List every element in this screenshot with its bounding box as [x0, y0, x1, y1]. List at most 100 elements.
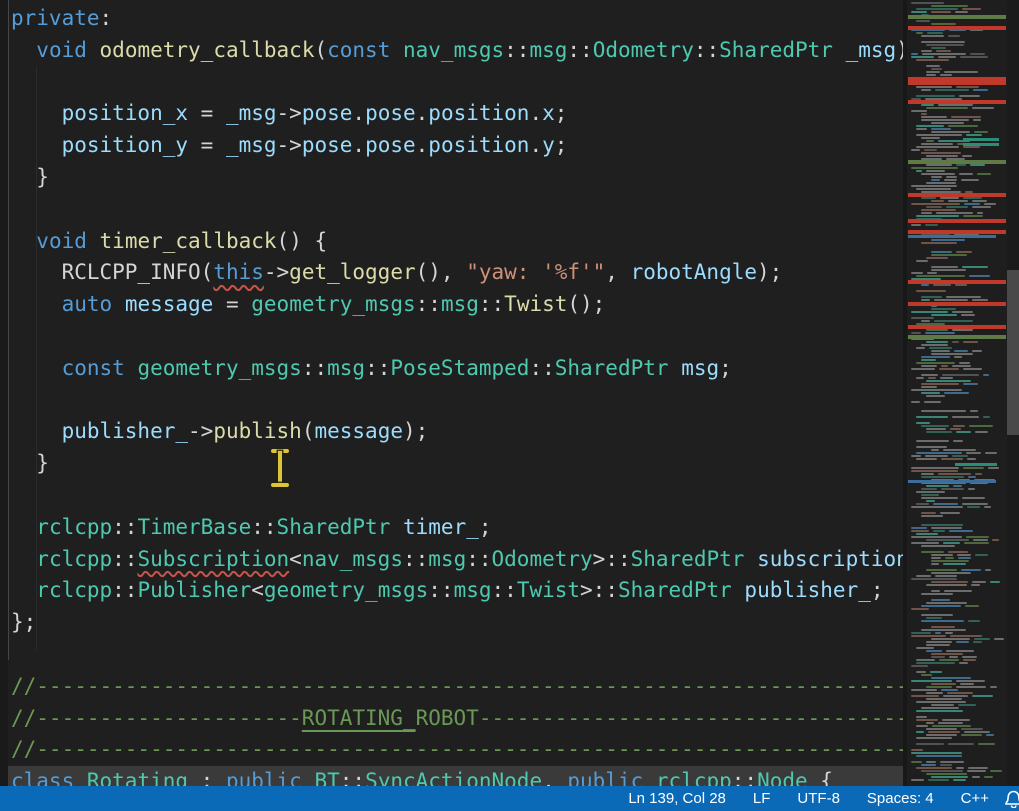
minimap-code-row [911, 716, 1003, 718]
minimap-code-row [911, 446, 1003, 448]
minimap-code-row [911, 674, 1003, 676]
minimap-code-row [911, 710, 1003, 712]
code-line: position_x = _msg->pose.pose.position.x; [11, 98, 903, 130]
minimap-code-row [911, 584, 1003, 586]
minimap-code-row [911, 650, 1003, 652]
minimap-code-row [911, 389, 1003, 391]
minimap-code-row [911, 671, 1003, 673]
code-line [11, 639, 903, 671]
vscode-window: private: void odometry_callback(const na… [0, 0, 1019, 811]
notifications-bell-icon[interactable] [1004, 790, 1019, 808]
minimap-error-line [908, 230, 1006, 234]
code-editor[interactable]: private: void odometry_callback(const na… [0, 0, 903, 786]
code-line: publisher_->publish(message); [11, 416, 903, 448]
minimap-code-row [911, 467, 1003, 469]
minimap-code-row [911, 5, 1003, 7]
minimap-code-row [911, 167, 1003, 169]
minimap-code-row [911, 65, 1003, 67]
minimap-code-row [911, 554, 1003, 556]
minimap-code-row [911, 773, 1003, 775]
status-bar: Ln 139, Col 28 LF UTF-8 Spaces: 4 C++ [0, 786, 1019, 811]
minimap-code-row [911, 173, 1003, 175]
minimap-code-row [911, 662, 1003, 664]
minimap-code-row [911, 74, 1003, 76]
minimap-code-row [911, 500, 1003, 502]
minimap-code-row [911, 755, 1003, 757]
minimap-code-row [911, 239, 1003, 241]
code-line: //---------------------ROTATING_ROBOT---… [11, 703, 903, 735]
minimap-code-row [911, 347, 1003, 349]
minimap-code-row [911, 614, 1003, 616]
minimap-code-row [911, 764, 1003, 766]
minimap[interactable] [903, 0, 1007, 786]
minimap-code-row [911, 86, 1003, 88]
minimap-code-row [911, 470, 1003, 472]
minimap-code-row [911, 122, 1003, 124]
minimap-code-row [911, 515, 1003, 517]
minimap-code-row [911, 401, 1003, 403]
minimap-code-row [911, 212, 1003, 214]
scrollbar-track[interactable] [1007, 0, 1019, 786]
minimap-code-row [911, 752, 1003, 754]
minimap-code-row [911, 572, 1003, 574]
status-indentation[interactable]: Spaces: 4 [867, 790, 934, 807]
minimap-code-row [911, 488, 1003, 490]
minimap-code-row [911, 377, 1003, 379]
minimap-code-row [911, 266, 1003, 268]
minimap-code-row [911, 665, 1003, 667]
minimap-code-row [911, 440, 1003, 442]
status-cursor-position[interactable]: Ln 139, Col 28 [628, 790, 726, 807]
status-items: Ln 139, Col 28 LF UTF-8 Spaces: 4 C++ [628, 786, 989, 811]
minimap-code-row [911, 455, 1003, 457]
minimap-code-row [911, 725, 1003, 727]
minimap-code-row [911, 533, 1003, 535]
minimap-code-row [911, 374, 1003, 376]
minimap-code-row [911, 44, 1003, 46]
minimap-code-row [911, 476, 1003, 478]
minimap-code-row [911, 41, 1003, 43]
minimap-code-row [911, 50, 1003, 52]
minimap-highlight [955, 463, 997, 466]
code-line: position_y = _msg->pose.pose.position.y; [11, 130, 903, 162]
minimap-code-row [911, 635, 1003, 637]
minimap-code-row [911, 617, 1003, 619]
code-line [11, 321, 903, 353]
code-line [11, 194, 903, 226]
scrollbar-thumb[interactable] [1007, 270, 1019, 435]
minimap-code-row [911, 251, 1003, 253]
minimap-code-row [911, 530, 1003, 532]
minimap-error-line [908, 193, 1006, 197]
minimap-code-row [911, 563, 1003, 565]
status-eol-sequence[interactable]: LF [753, 790, 771, 807]
minimap-code-row [911, 416, 1003, 418]
minimap-code-row [911, 170, 1003, 172]
minimap-code-row [911, 35, 1003, 37]
minimap-code-row [911, 512, 1003, 514]
minimap-code-row [911, 23, 1003, 25]
minimap-error-line [908, 302, 1006, 306]
minimap-code-row [911, 659, 1003, 661]
minimap-code-row [911, 134, 1003, 136]
minimap-code-row [911, 299, 1003, 301]
minimap-code-row [911, 203, 1003, 205]
minimap-code-row [911, 632, 1003, 634]
minimap-code-row [911, 608, 1003, 610]
minimap-code-row [911, 131, 1003, 133]
status-language-mode[interactable]: C++ [961, 790, 989, 807]
code-line [11, 67, 903, 99]
minimap-code-row [911, 185, 1003, 187]
minimap-code-row [911, 536, 1003, 538]
minimap-code-row [911, 701, 1003, 703]
minimap-code-row [911, 146, 1003, 148]
minimap-code-row [911, 329, 1003, 331]
minimap-code-row [911, 362, 1003, 364]
minimap-code-row [911, 626, 1003, 628]
minimap-code-row [911, 593, 1003, 595]
minimap-code-row [911, 524, 1003, 526]
minimap-highlight [908, 480, 996, 483]
minimap-code-row [911, 692, 1003, 694]
minimap-code-row [911, 560, 1003, 562]
minimap-code-row [911, 749, 1003, 751]
minimap-error-line [908, 77, 1006, 81]
status-encoding[interactable]: UTF-8 [797, 790, 840, 807]
